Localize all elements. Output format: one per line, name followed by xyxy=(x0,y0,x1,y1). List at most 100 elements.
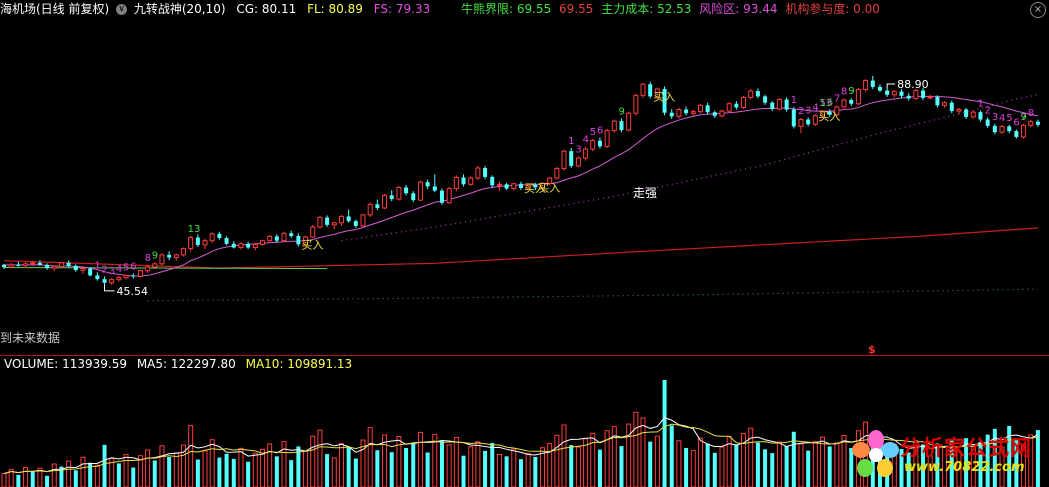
candle-body xyxy=(776,99,782,110)
volume-bar xyxy=(676,440,682,487)
volume-bar xyxy=(145,449,151,487)
future-data-label[interactable]: 到未来数据 xyxy=(0,329,60,346)
candle-body xyxy=(755,91,760,97)
candle-body xyxy=(669,112,674,117)
close-icon[interactable]: × xyxy=(1030,2,1046,18)
candle-body xyxy=(439,190,444,203)
candle-body xyxy=(913,90,919,99)
stock-name[interactable]: 上海机场(日线 前复权) xyxy=(0,2,109,16)
candle-body xyxy=(619,121,624,131)
candle-body xyxy=(791,109,796,127)
candle-body xyxy=(970,111,976,118)
volume-bar xyxy=(16,474,21,487)
candle-body xyxy=(855,89,861,105)
candle-body xyxy=(812,115,818,125)
volume-bar xyxy=(784,445,789,487)
indicator-name[interactable]: 九转战神(20,10) xyxy=(134,2,226,16)
volume-bar xyxy=(231,458,236,487)
sequence-count-label: 9 xyxy=(618,106,624,117)
volume-bar xyxy=(483,450,488,487)
candle-body xyxy=(504,184,509,189)
candle-body xyxy=(496,183,502,186)
volume-bar xyxy=(496,453,502,487)
candle-body xyxy=(626,112,632,131)
watermark-url: www.70822.com xyxy=(904,460,1025,475)
volume-bar xyxy=(439,440,444,487)
candle-body xyxy=(181,248,186,256)
volume-bar xyxy=(195,459,200,487)
volume-bar xyxy=(841,435,847,487)
sequence-count-label: 7 xyxy=(834,93,840,104)
candle-body xyxy=(389,195,394,200)
volume-bar xyxy=(202,450,208,487)
volume-bar xyxy=(188,425,194,487)
sequence-count-label: 4 xyxy=(116,264,122,275)
candle-body xyxy=(37,262,42,265)
sequence-count-label: 4 xyxy=(999,113,1005,124)
candle-body xyxy=(396,186,402,200)
volume-bar xyxy=(569,445,574,487)
candle-body xyxy=(885,90,890,95)
candle-body xyxy=(483,167,488,177)
candle-body xyxy=(841,99,847,108)
candle-body xyxy=(468,177,474,185)
volume-bar xyxy=(425,452,430,487)
candle-body xyxy=(145,266,151,272)
candle-body xyxy=(325,217,330,225)
price-chart: 1 2 3 4 5 68 913345 61912 3 4 5 6 78 913 123 4 5 67 89买入买入… xyxy=(2,75,1040,302)
sequence-count-label: 3 xyxy=(575,144,581,155)
volume-bar xyxy=(159,445,165,487)
volume-bar xyxy=(1,473,7,487)
volume-bar xyxy=(461,455,466,487)
chart-header: 上海机场(日线 前复权) xyxy=(0,0,116,18)
candle-body xyxy=(590,140,596,150)
volume-bar xyxy=(705,443,710,487)
volume-bar xyxy=(45,475,50,487)
candle-body xyxy=(209,233,215,242)
volume-bar xyxy=(73,470,78,487)
sequence-count-label: 8 xyxy=(841,86,847,97)
volume-bar xyxy=(375,450,380,487)
volume-bar xyxy=(396,436,402,487)
sequence-count-label: 4 xyxy=(583,134,589,145)
volume-bar xyxy=(511,448,517,487)
candle-body xyxy=(267,235,273,242)
volume-bar xyxy=(669,425,674,487)
volume-bar xyxy=(23,467,29,487)
candle-body xyxy=(1007,126,1012,132)
volume-bar xyxy=(267,443,273,487)
volume-bar xyxy=(798,443,804,487)
buy-signal-label: 买入 xyxy=(818,110,840,123)
volume-bar xyxy=(238,447,244,487)
volume-bar xyxy=(453,436,459,487)
volume-bar xyxy=(654,435,660,487)
sequence-count-label: 2 xyxy=(102,264,108,275)
volume-bar xyxy=(353,458,358,487)
sequence-count-label: 9 xyxy=(152,250,158,261)
candle-body xyxy=(935,96,940,106)
candle-body xyxy=(246,243,251,248)
volume-bar xyxy=(468,446,474,487)
sequence-count-label: 1 xyxy=(568,136,574,147)
sequence-count-label: 1 xyxy=(94,260,100,271)
candle-body xyxy=(188,237,194,250)
volume-bar xyxy=(252,452,258,487)
volume-bar xyxy=(310,435,316,487)
sequence-count-label: 6 xyxy=(1013,118,1019,129)
chevron-down-icon[interactable]: ∨ xyxy=(116,4,127,15)
candle-body xyxy=(992,125,997,133)
volume-bar xyxy=(80,456,86,487)
volume-bar xyxy=(791,431,796,487)
buy-signal-label: 买入 xyxy=(538,181,560,194)
volume-bar xyxy=(389,452,394,487)
candle-body xyxy=(231,243,236,248)
volume-bar xyxy=(820,436,826,487)
candle-body xyxy=(712,112,717,116)
candle-body xyxy=(296,235,301,245)
volume-bar xyxy=(633,411,639,487)
candle-body xyxy=(2,264,6,268)
candle-body xyxy=(16,264,21,266)
candle-body xyxy=(985,119,990,126)
candle-body xyxy=(137,270,143,277)
candle-body xyxy=(338,215,344,224)
